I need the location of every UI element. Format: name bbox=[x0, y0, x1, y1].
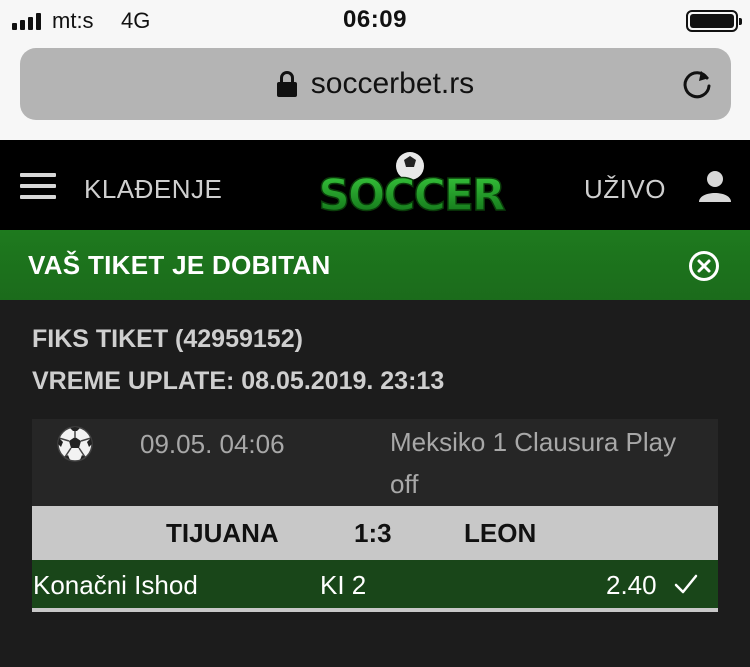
ticket-payment-time: VREME UPLATE: 08.05.2019. 23:13 bbox=[32, 367, 445, 395]
menu-icon[interactable] bbox=[20, 173, 56, 199]
soccer-ball-icon bbox=[57, 426, 93, 462]
match-score: 1:3 bbox=[354, 518, 392, 548]
nav-live-link[interactable]: UŽIVO bbox=[584, 174, 666, 205]
nav-betting-link[interactable]: KLAĐENJE bbox=[84, 174, 222, 205]
bet-odd: 2.40 bbox=[606, 570, 657, 600]
match-score-bar: TIJUANA 1:3 LEON bbox=[32, 506, 718, 560]
bet-market: Konačni Ishod bbox=[33, 570, 198, 600]
browser-chrome: mt:s 4G 06:09 soccerbet.rs bbox=[0, 0, 750, 140]
status-clock: 06:09 bbox=[343, 6, 407, 33]
logo-text: SOCCER bbox=[318, 170, 505, 221]
bet-row: Konačni Ishod KI 2 2.40 bbox=[32, 560, 718, 608]
battery-icon bbox=[686, 10, 742, 32]
user-icon[interactable] bbox=[697, 168, 733, 204]
bet-pick: KI 2 bbox=[320, 570, 367, 600]
match-card: 09.05. 04:06 Meksiko 1 Clausura Play off bbox=[32, 419, 718, 506]
ticket-title: FIKS TIKET (42959152) bbox=[32, 325, 303, 353]
league-name: Meksiko 1 Clausura Play off bbox=[390, 427, 677, 499]
home-team: TIJUANA bbox=[166, 518, 279, 548]
checkmark-icon bbox=[674, 574, 698, 594]
away-team: LEON bbox=[464, 518, 537, 548]
row-divider bbox=[32, 608, 718, 612]
url-text: soccerbet.rs bbox=[310, 67, 475, 100]
soccerbet-logo[interactable]: SOCCER bbox=[304, 146, 518, 222]
lock-icon bbox=[276, 71, 297, 97]
win-notification-banner: VAŠ TIKET JE DOBITAN bbox=[0, 230, 750, 300]
match-date: 09.05. 04:06 bbox=[140, 429, 285, 459]
site-header: KLAĐENJE SOCCER UŽIVO bbox=[0, 140, 750, 230]
win-notification-text: VAŠ TIKET JE DOBITAN bbox=[28, 250, 331, 280]
reload-icon[interactable] bbox=[679, 66, 715, 102]
status-bar: mt:s 4G 06:09 bbox=[0, 0, 750, 42]
address-bar[interactable]: soccerbet.rs bbox=[20, 48, 731, 120]
close-icon[interactable] bbox=[688, 250, 720, 282]
